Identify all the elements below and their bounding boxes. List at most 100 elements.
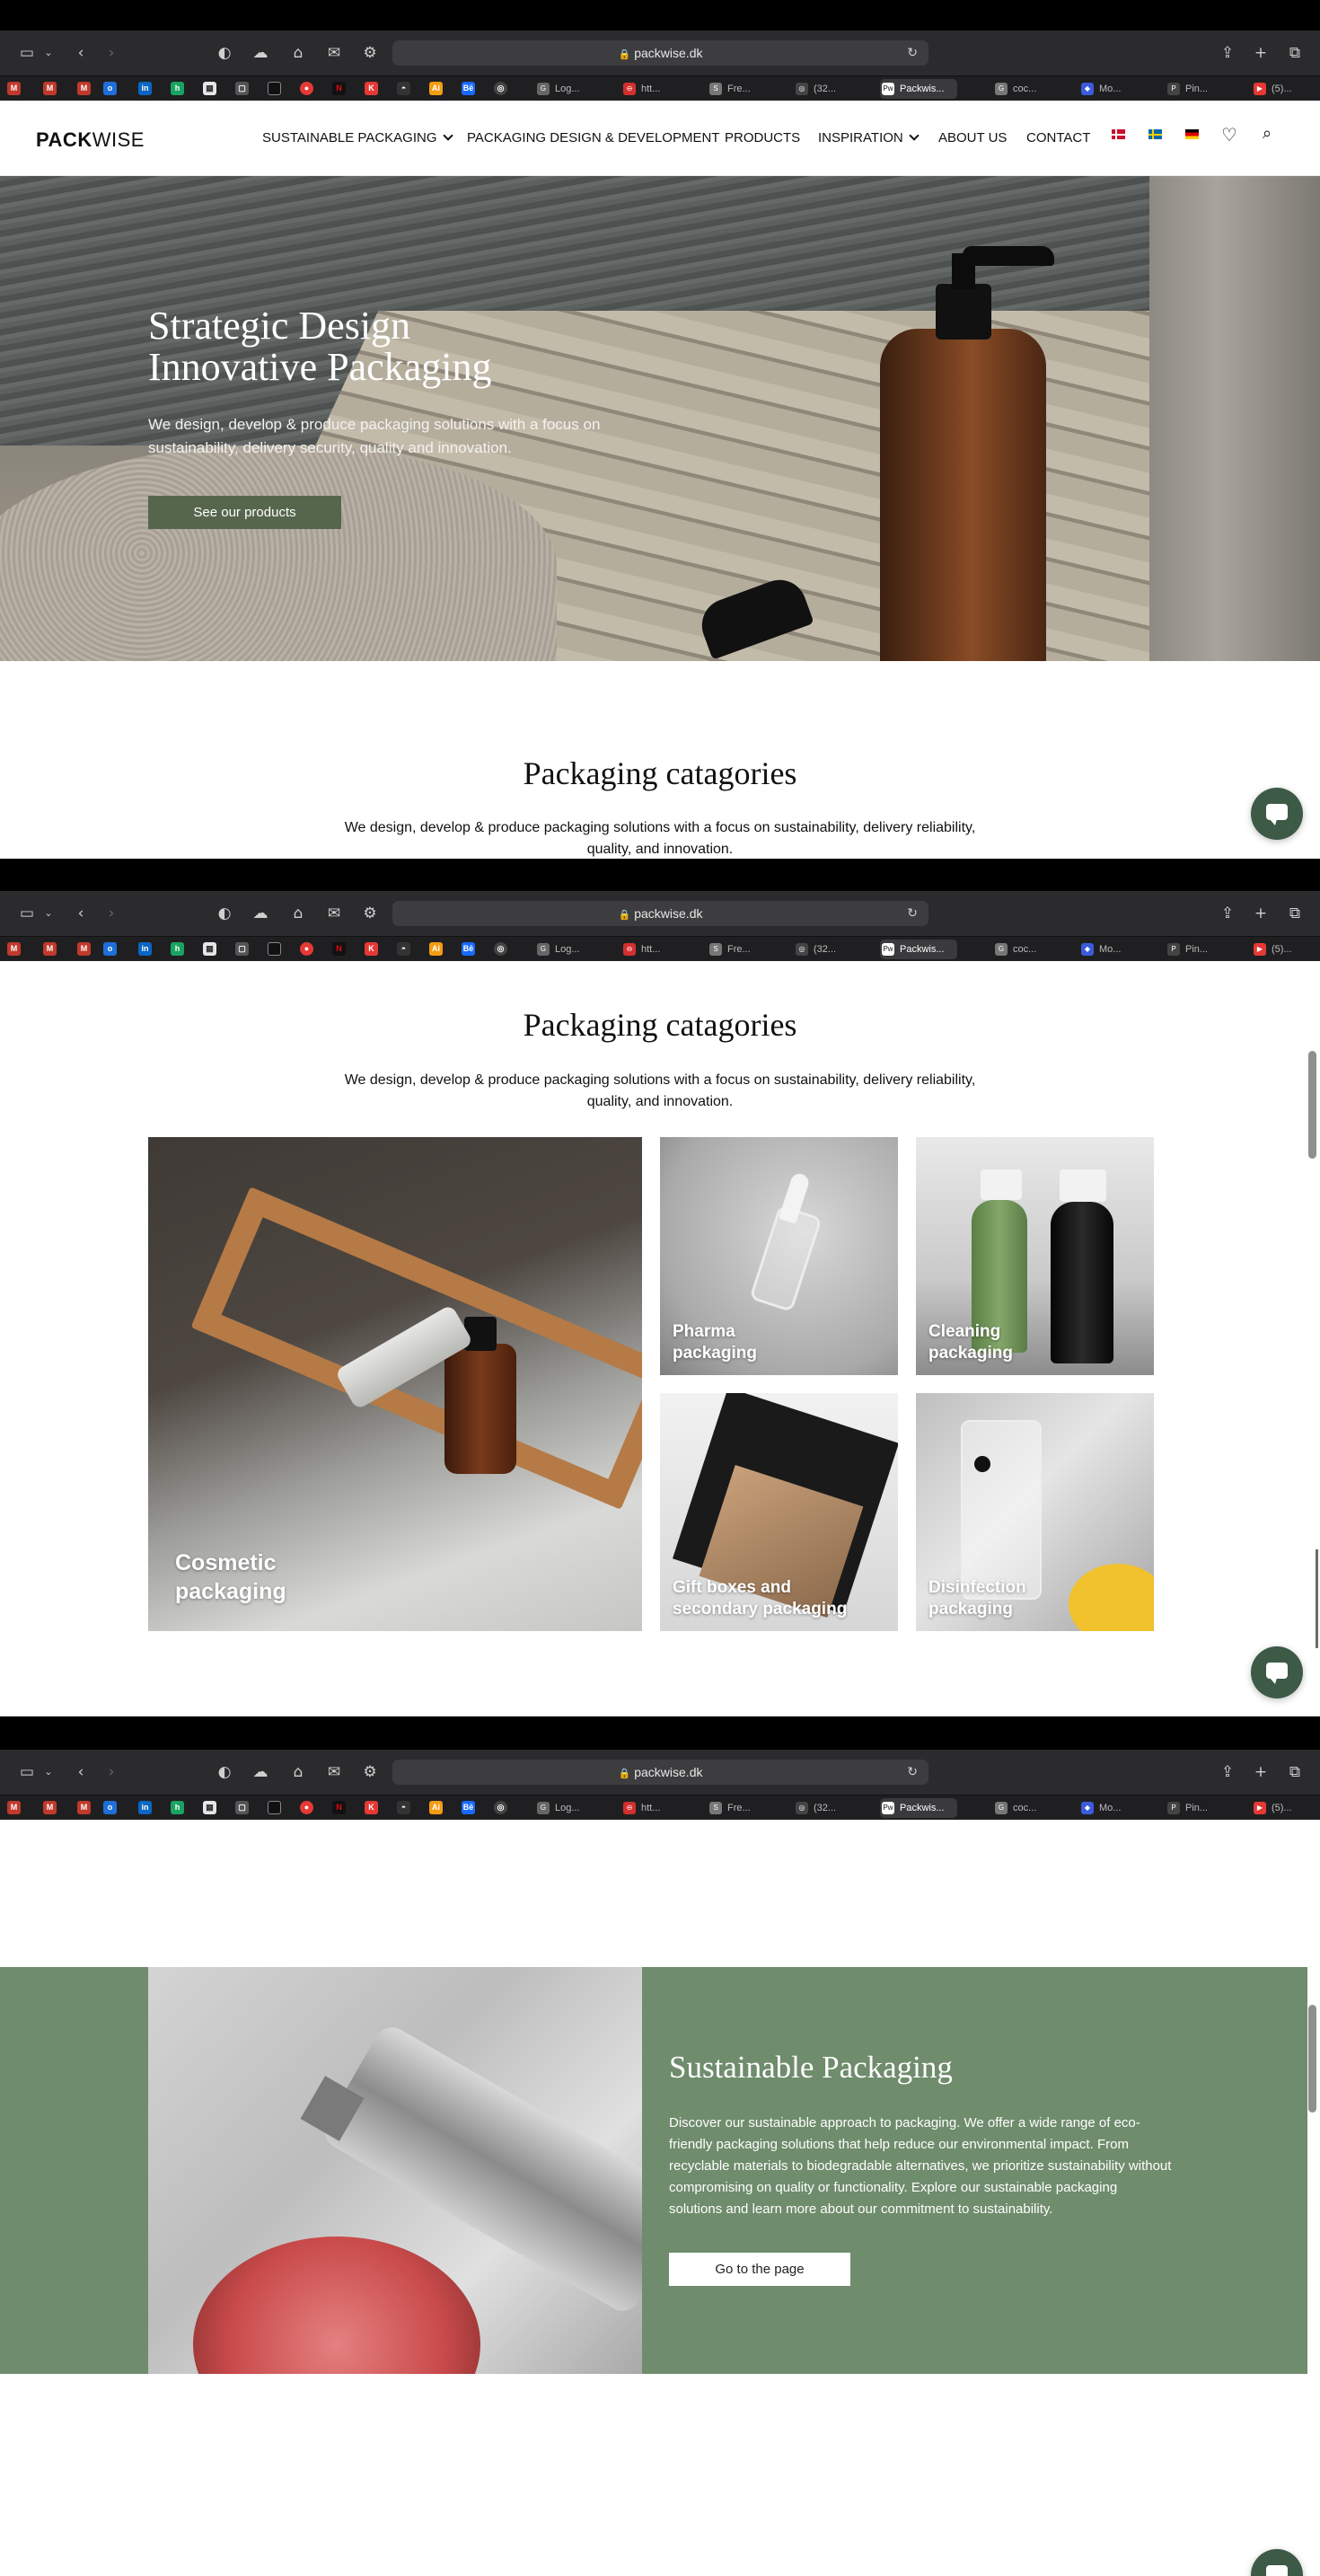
home-icon[interactable]: ⌂	[287, 904, 309, 923]
app-icon[interactable]: ●	[300, 942, 313, 956]
app-icon[interactable]: K	[365, 82, 378, 95]
cloud-icon[interactable]: ☁	[250, 43, 271, 63]
behance-icon[interactable]: Bē	[462, 82, 475, 95]
browser-tab-active[interactable]: Pw Packwis...	[880, 1798, 957, 1818]
share-icon[interactable]: ⇪	[1217, 1762, 1238, 1782]
gear-icon[interactable]: ⚙	[359, 1762, 381, 1782]
browser-tab[interactable]: ▶ (5)...	[1252, 79, 1311, 99]
nav-about-us[interactable]: ABOUT US	[938, 130, 1007, 146]
category-pharma-packaging[interactable]: Pharma packaging	[660, 1137, 898, 1375]
shield-icon[interactable]: ◐	[214, 43, 235, 63]
danish-flag-icon[interactable]	[1112, 129, 1125, 139]
search-icon[interactable]: ⌕	[1263, 124, 1272, 143]
packwise-logo[interactable]: PACKWISE	[36, 128, 145, 152]
tab-overview-icon[interactable]: ⧉	[1284, 904, 1306, 923]
browser-tab-active[interactable]: Pw Packwis...	[880, 940, 957, 959]
reload-icon[interactable]: ↻	[907, 1760, 918, 1785]
gmail-icon[interactable]: M	[43, 82, 57, 95]
gmail-icon[interactable]: M	[77, 942, 91, 956]
browser-tab[interactable]: ▶ (5)...	[1252, 940, 1311, 959]
linkedin-icon[interactable]: in	[138, 82, 152, 95]
app-icon[interactable]	[268, 942, 281, 956]
app-icon[interactable]: ▢	[235, 82, 249, 95]
app-icon[interactable]	[268, 82, 281, 95]
cloud-icon[interactable]: ☁	[250, 904, 271, 923]
go-to-page-button[interactable]: Go to the page	[669, 2253, 850, 2286]
app-icon[interactable]: ◓	[397, 82, 410, 95]
browser-tab[interactable]: ▶ (5)...	[1252, 1798, 1311, 1818]
chevron-down-icon[interactable]: ⌄	[38, 43, 59, 63]
app-icon[interactable]: Ai	[429, 1801, 443, 1814]
gmail-icon[interactable]: M	[7, 942, 21, 956]
app-icon[interactable]: h	[171, 82, 184, 95]
mail-icon[interactable]: ✉	[323, 1762, 345, 1782]
behance-icon[interactable]: Bē	[462, 942, 475, 956]
scrollbar-thumb[interactable]	[1308, 1051, 1316, 1159]
app-icon[interactable]: ◓	[397, 1801, 410, 1814]
browser-tab[interactable]: ◎ (32...	[794, 1798, 853, 1818]
mail-icon[interactable]: ✉	[323, 904, 345, 923]
german-flag-icon[interactable]	[1185, 129, 1199, 139]
app-icon[interactable]: ▢	[235, 1801, 249, 1814]
app-icon[interactable]: ◓	[397, 942, 410, 956]
browser-tab[interactable]: P Pin...	[1166, 940, 1225, 959]
browser-tab[interactable]: S Fre...	[708, 1798, 767, 1818]
browser-tab[interactable]: ◎ (32...	[794, 940, 853, 959]
app-icon[interactable]: K	[365, 942, 378, 956]
reload-icon[interactable]: ↻	[907, 901, 918, 926]
back-icon[interactable]: ‹	[70, 1762, 92, 1782]
browser-tab[interactable]: ◆ Mo...	[1079, 940, 1139, 959]
app-icon[interactable]	[268, 1801, 281, 1814]
forward-icon[interactable]: ›	[101, 1762, 122, 1782]
browser-tab[interactable]: P Pin...	[1166, 79, 1225, 99]
gmail-icon[interactable]: M	[43, 1801, 57, 1814]
linkedin-icon[interactable]: in	[138, 1801, 152, 1814]
app-icon[interactable]: ▢	[235, 942, 249, 956]
browser-tab[interactable]: ◆ Mo...	[1079, 79, 1139, 99]
share-icon[interactable]: ⇪	[1217, 904, 1238, 923]
behance-icon[interactable]: Bē	[462, 1801, 475, 1814]
app-icon[interactable]: Ai	[429, 82, 443, 95]
app-icon[interactable]: h	[171, 1801, 184, 1814]
reload-icon[interactable]: ↻	[907, 40, 918, 66]
netflix-icon[interactable]: N	[332, 942, 346, 956]
app-icon[interactable]: Ai	[429, 942, 443, 956]
category-cleaning-packaging[interactable]: Cleaning packaging	[916, 1137, 1154, 1375]
sidebar-icon[interactable]: ▭	[16, 904, 38, 923]
sidebar-icon[interactable]: ▭	[16, 1762, 38, 1782]
gmail-icon[interactable]: M	[7, 82, 21, 95]
tab-overview-icon[interactable]: ⧉	[1284, 43, 1306, 63]
nav-contact[interactable]: CONTACT	[1026, 130, 1090, 146]
chat-button[interactable]	[1251, 1646, 1303, 1698]
netflix-icon[interactable]: N	[332, 82, 346, 95]
browser-tab[interactable]: Gcoc...	[993, 940, 1052, 959]
browser-tab[interactable]: Gcoc...	[993, 1798, 1052, 1818]
app-icon[interactable]: ◎	[494, 82, 507, 95]
category-disinfection-packaging[interactable]: Disinfection packaging	[916, 1393, 1154, 1631]
outlook-icon[interactable]: o	[103, 942, 117, 956]
nav-inspiration[interactable]: INSPIRATION	[818, 130, 920, 146]
chevron-down-icon[interactable]: ⌄	[38, 1762, 59, 1782]
browser-tab[interactable]: ⊖ htt...	[621, 1798, 681, 1818]
scrollbar-thumb[interactable]	[1308, 2005, 1316, 2113]
home-icon[interactable]: ⌂	[287, 43, 309, 63]
new-tab-icon[interactable]: +	[1250, 1762, 1272, 1782]
netflix-icon[interactable]: N	[332, 1801, 346, 1814]
new-tab-icon[interactable]: +	[1250, 904, 1272, 923]
share-icon[interactable]: ⇪	[1217, 43, 1238, 63]
forward-icon[interactable]: ›	[101, 43, 122, 63]
nav-packaging-design[interactable]: PACKAGING DESIGN & DEVELOPMENT	[467, 130, 719, 146]
nav-products[interactable]: PRODUCTS	[725, 130, 800, 146]
chevron-down-icon[interactable]: ⌄	[38, 904, 59, 923]
sidebar-icon[interactable]: ▭	[16, 43, 38, 63]
linkedin-icon[interactable]: in	[138, 942, 152, 956]
app-icon[interactable]: ▦	[203, 942, 216, 956]
new-tab-icon[interactable]: +	[1250, 43, 1272, 63]
browser-tab-active[interactable]: Pw Packwis...	[880, 79, 957, 99]
mail-icon[interactable]: ✉	[323, 43, 345, 63]
gear-icon[interactable]: ⚙	[359, 904, 381, 923]
nav-sustainable-packaging[interactable]: SUSTAINABLE PACKAGING	[262, 130, 453, 146]
app-icon[interactable]: h	[171, 942, 184, 956]
outlook-icon[interactable]: o	[103, 1801, 117, 1814]
browser-tab[interactable]: G Log...	[535, 79, 594, 99]
